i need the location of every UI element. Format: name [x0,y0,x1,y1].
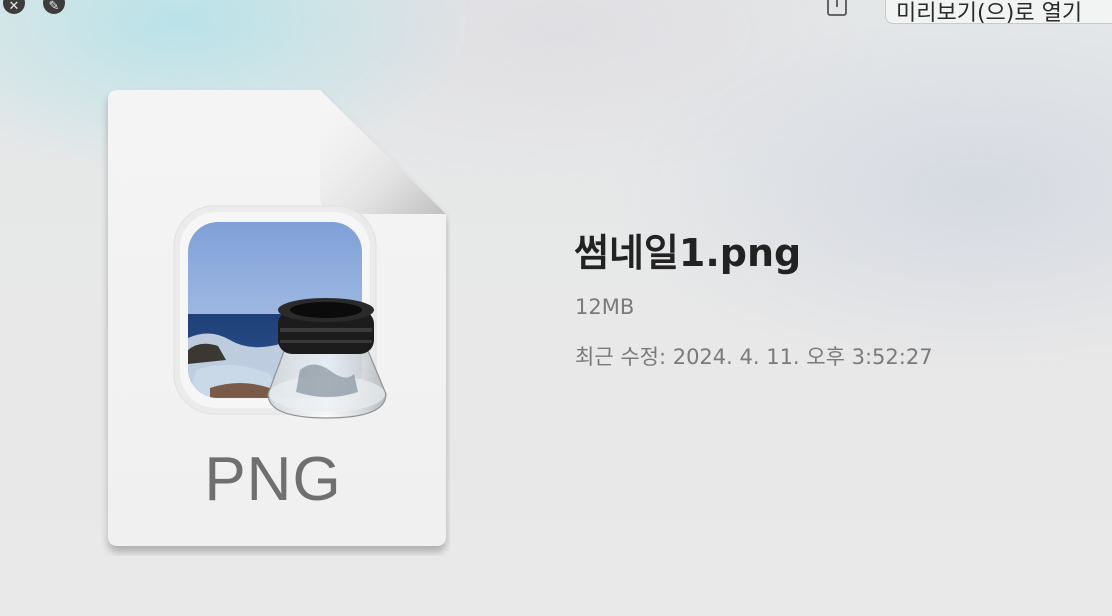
loupe-graphic [267,298,387,419]
markup-button[interactable]: ✎ [43,0,65,14]
pencil-icon: ✎ [48,0,60,14]
file-size: 12MB [575,295,635,319]
close-icon: ✕ [8,0,20,14]
share-icon[interactable] [826,0,848,16]
file-name: 썸네일1.png [574,231,802,275]
open-with-preview-button[interactable]: 미리보기(으)로 열기 [885,0,1112,24]
file-modified-date: 최근 수정: 2024. 4. 11. 오후 3:52:27 [575,345,933,369]
file-type-label: PNG [204,445,342,514]
close-button[interactable]: ✕ [3,0,25,14]
